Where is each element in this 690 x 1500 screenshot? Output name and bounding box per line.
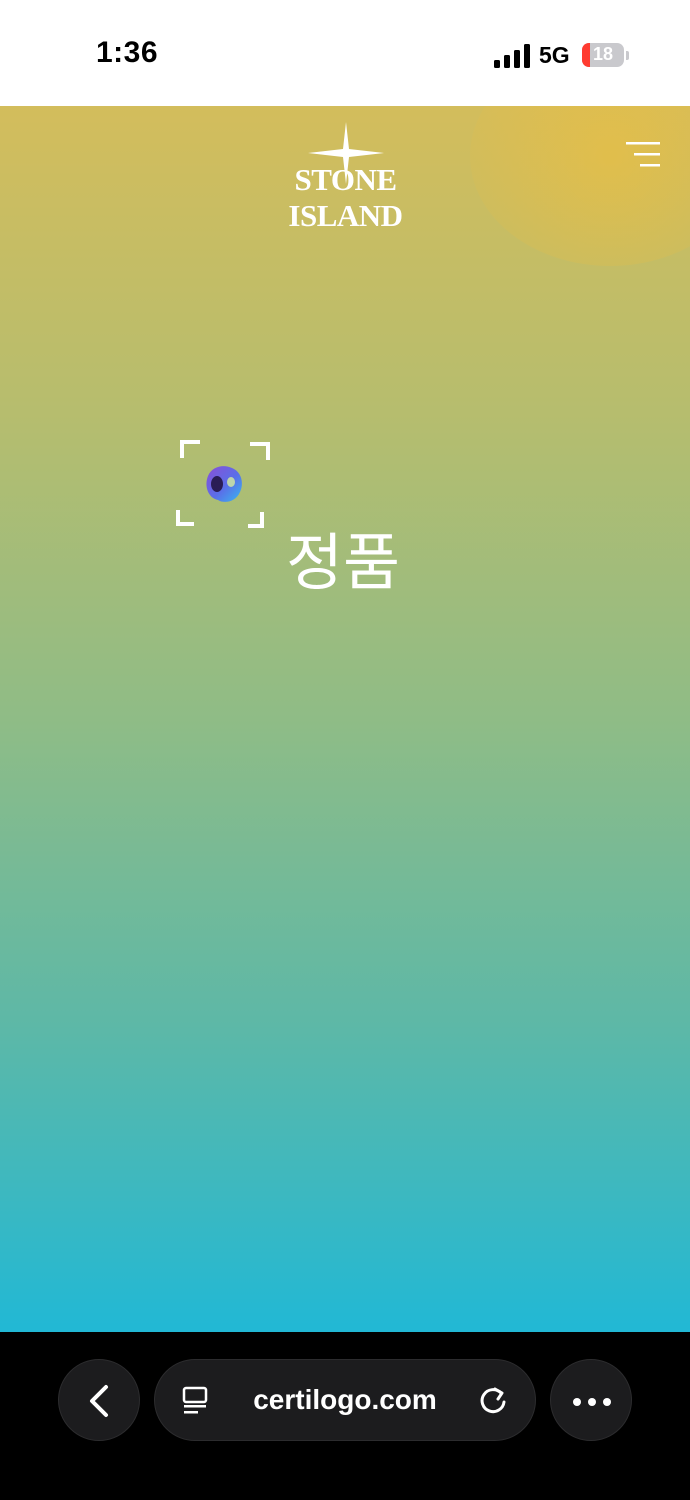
result-label: 정품	[286, 526, 401, 599]
signal-icon	[494, 44, 530, 68]
reader-icon[interactable]	[181, 1386, 211, 1416]
menu-icon[interactable]	[626, 142, 664, 168]
back-chevron-icon	[90, 1385, 108, 1417]
brand-logo[interactable]: STONE ISLAND	[238, 122, 453, 233]
url-text[interactable]: certilogo.com	[215, 1384, 475, 1416]
address-bar[interactable]: certilogo.com	[154, 1359, 536, 1441]
battery-percentage: 18	[592, 44, 614, 64]
reload-icon[interactable]	[477, 1384, 509, 1416]
authenticity-result: 정품	[170, 436, 430, 599]
status-time: 1:36	[96, 36, 159, 69]
background-glow	[470, 106, 690, 266]
back-button[interactable]	[58, 1359, 140, 1441]
more-button[interactable]	[550, 1359, 632, 1441]
status-bar: 1:36 5G 18	[0, 0, 690, 106]
more-dots-icon	[573, 1398, 611, 1406]
browser-toolbar: certilogo.com	[0, 1332, 690, 1500]
brand-name: STONE ISLAND	[288, 162, 403, 233]
battery-icon: 18	[582, 43, 624, 67]
web-content: STONE ISLAND 정품	[0, 106, 690, 1332]
network-type: 5G	[539, 42, 570, 68]
hologram-icon	[206, 466, 242, 502]
battery-cap	[626, 51, 629, 60]
